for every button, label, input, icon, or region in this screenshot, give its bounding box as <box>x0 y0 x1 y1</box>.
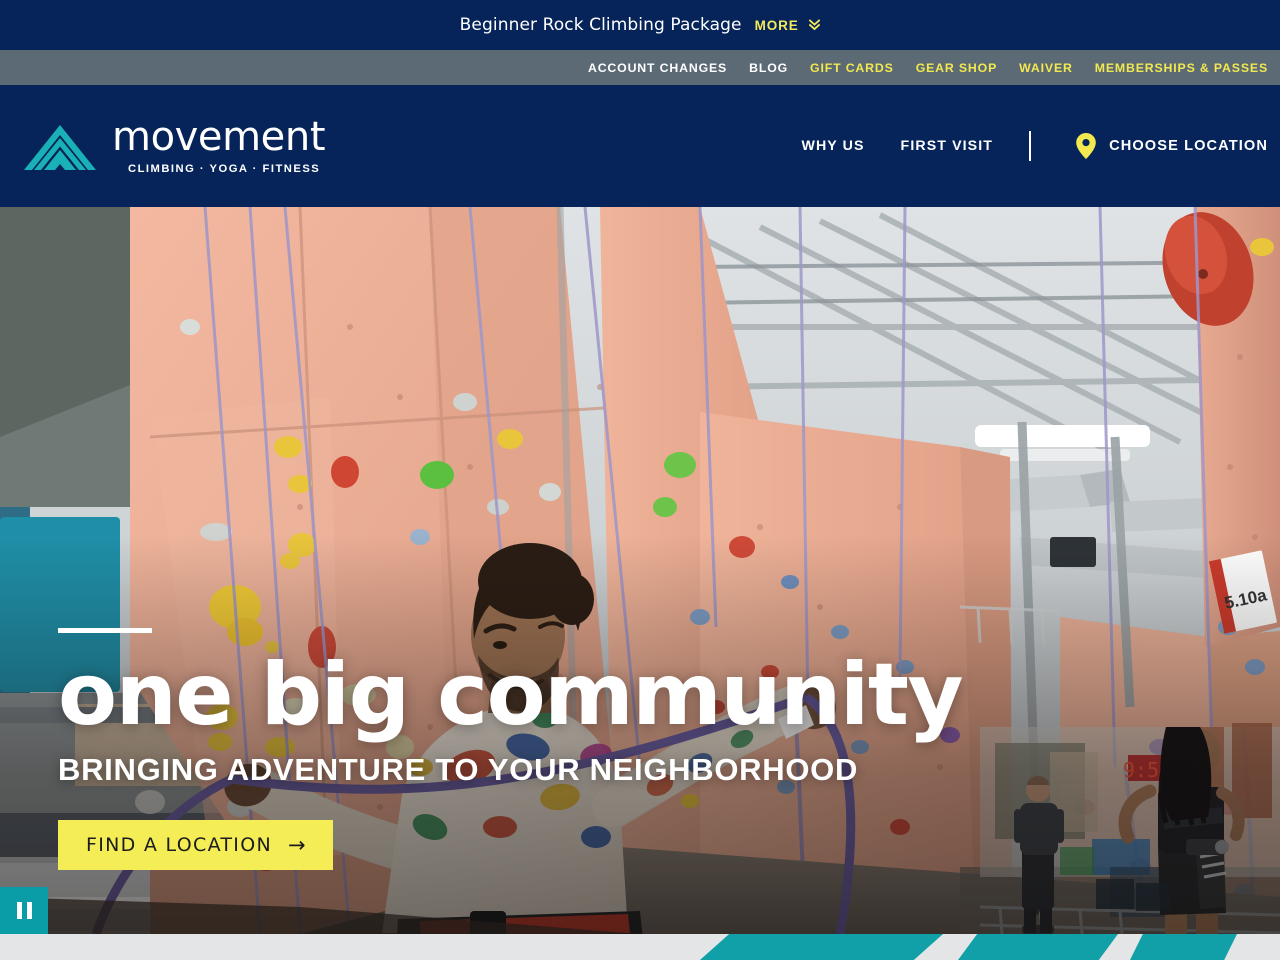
chevron-shape-1 <box>700 934 943 960</box>
map-pin-icon <box>1075 132 1097 160</box>
carousel-pause-button[interactable] <box>0 887 48 934</box>
choose-location-label: CHOOSE LOCATION <box>1109 138 1268 154</box>
util-nav-item-memberships-passes[interactable]: MEMBERSHIPS & PASSES <box>1095 61 1268 75</box>
chevron-double-down-icon <box>809 18 821 34</box>
util-nav-item-account-changes[interactable]: ACCOUNT CHANGES <box>588 61 727 75</box>
hero-carousel: 5.10a <box>0 207 1280 934</box>
bottom-chevron-strip <box>0 934 1280 960</box>
brand-name: movement <box>112 114 326 160</box>
arrow-right-icon: → <box>287 832 307 857</box>
nav-item-first-visit[interactable]: FIRST VISIT <box>901 138 994 154</box>
hero-headline: one big community <box>58 645 964 746</box>
nav-divider <box>1029 131 1032 161</box>
util-nav-item-waiver[interactable]: WAIVER <box>1019 61 1073 75</box>
find-a-location-label: FIND A LOCATION <box>86 834 272 856</box>
chevron-shape-3 <box>1130 934 1237 960</box>
hero-content: one big community BRINGING ADVENTURE TO … <box>58 628 964 870</box>
hero-subheadline: BRINGING ADVENTURE TO YOUR NEIGHBORHOOD <box>58 752 859 787</box>
choose-location-button[interactable]: CHOOSE LOCATION <box>1075 132 1268 160</box>
util-nav-item-blog[interactable]: BLOG <box>749 61 788 75</box>
pause-icon-second-bar <box>26 902 32 919</box>
util-nav-item-gift-cards[interactable]: GIFT CARDS <box>810 61 894 75</box>
brand-logo[interactable]: movement CLIMBING · YOGA · FITNESS <box>22 114 326 175</box>
brand-text: movement CLIMBING · YOGA · FITNESS <box>112 114 326 175</box>
util-nav-item-gear-shop[interactable]: GEAR SHOP <box>916 61 997 75</box>
main-navigation: movement CLIMBING · YOGA · FITNESS WHY U… <box>0 85 1280 207</box>
promo-more-link[interactable]: MORE <box>755 18 821 33</box>
find-a-location-button[interactable]: FIND A LOCATION → <box>58 820 333 870</box>
movement-mountain-logo-icon <box>22 121 98 171</box>
brand-tagline: CLIMBING · YOGA · FITNESS <box>128 163 321 175</box>
promo-banner: Beginner Rock Climbing Package MORE <box>0 0 1280 50</box>
pause-icon <box>16 902 22 919</box>
promo-text: Beginner Rock Climbing Package <box>459 15 742 35</box>
chevron-shape-2 <box>958 934 1118 960</box>
page-root: Beginner Rock Climbing Package MORE ACCO… <box>0 0 1280 960</box>
nav-item-why-us[interactable]: WHY US <box>801 138 864 154</box>
main-nav-right: WHY US FIRST VISIT CHOOSE LOCATION <box>801 131 1268 161</box>
promo-more-label: MORE <box>754 17 799 33</box>
utility-nav: ACCOUNT CHANGES BLOG GIFT CARDS GEAR SHO… <box>0 50 1280 85</box>
hero-accent-rule <box>58 628 152 634</box>
